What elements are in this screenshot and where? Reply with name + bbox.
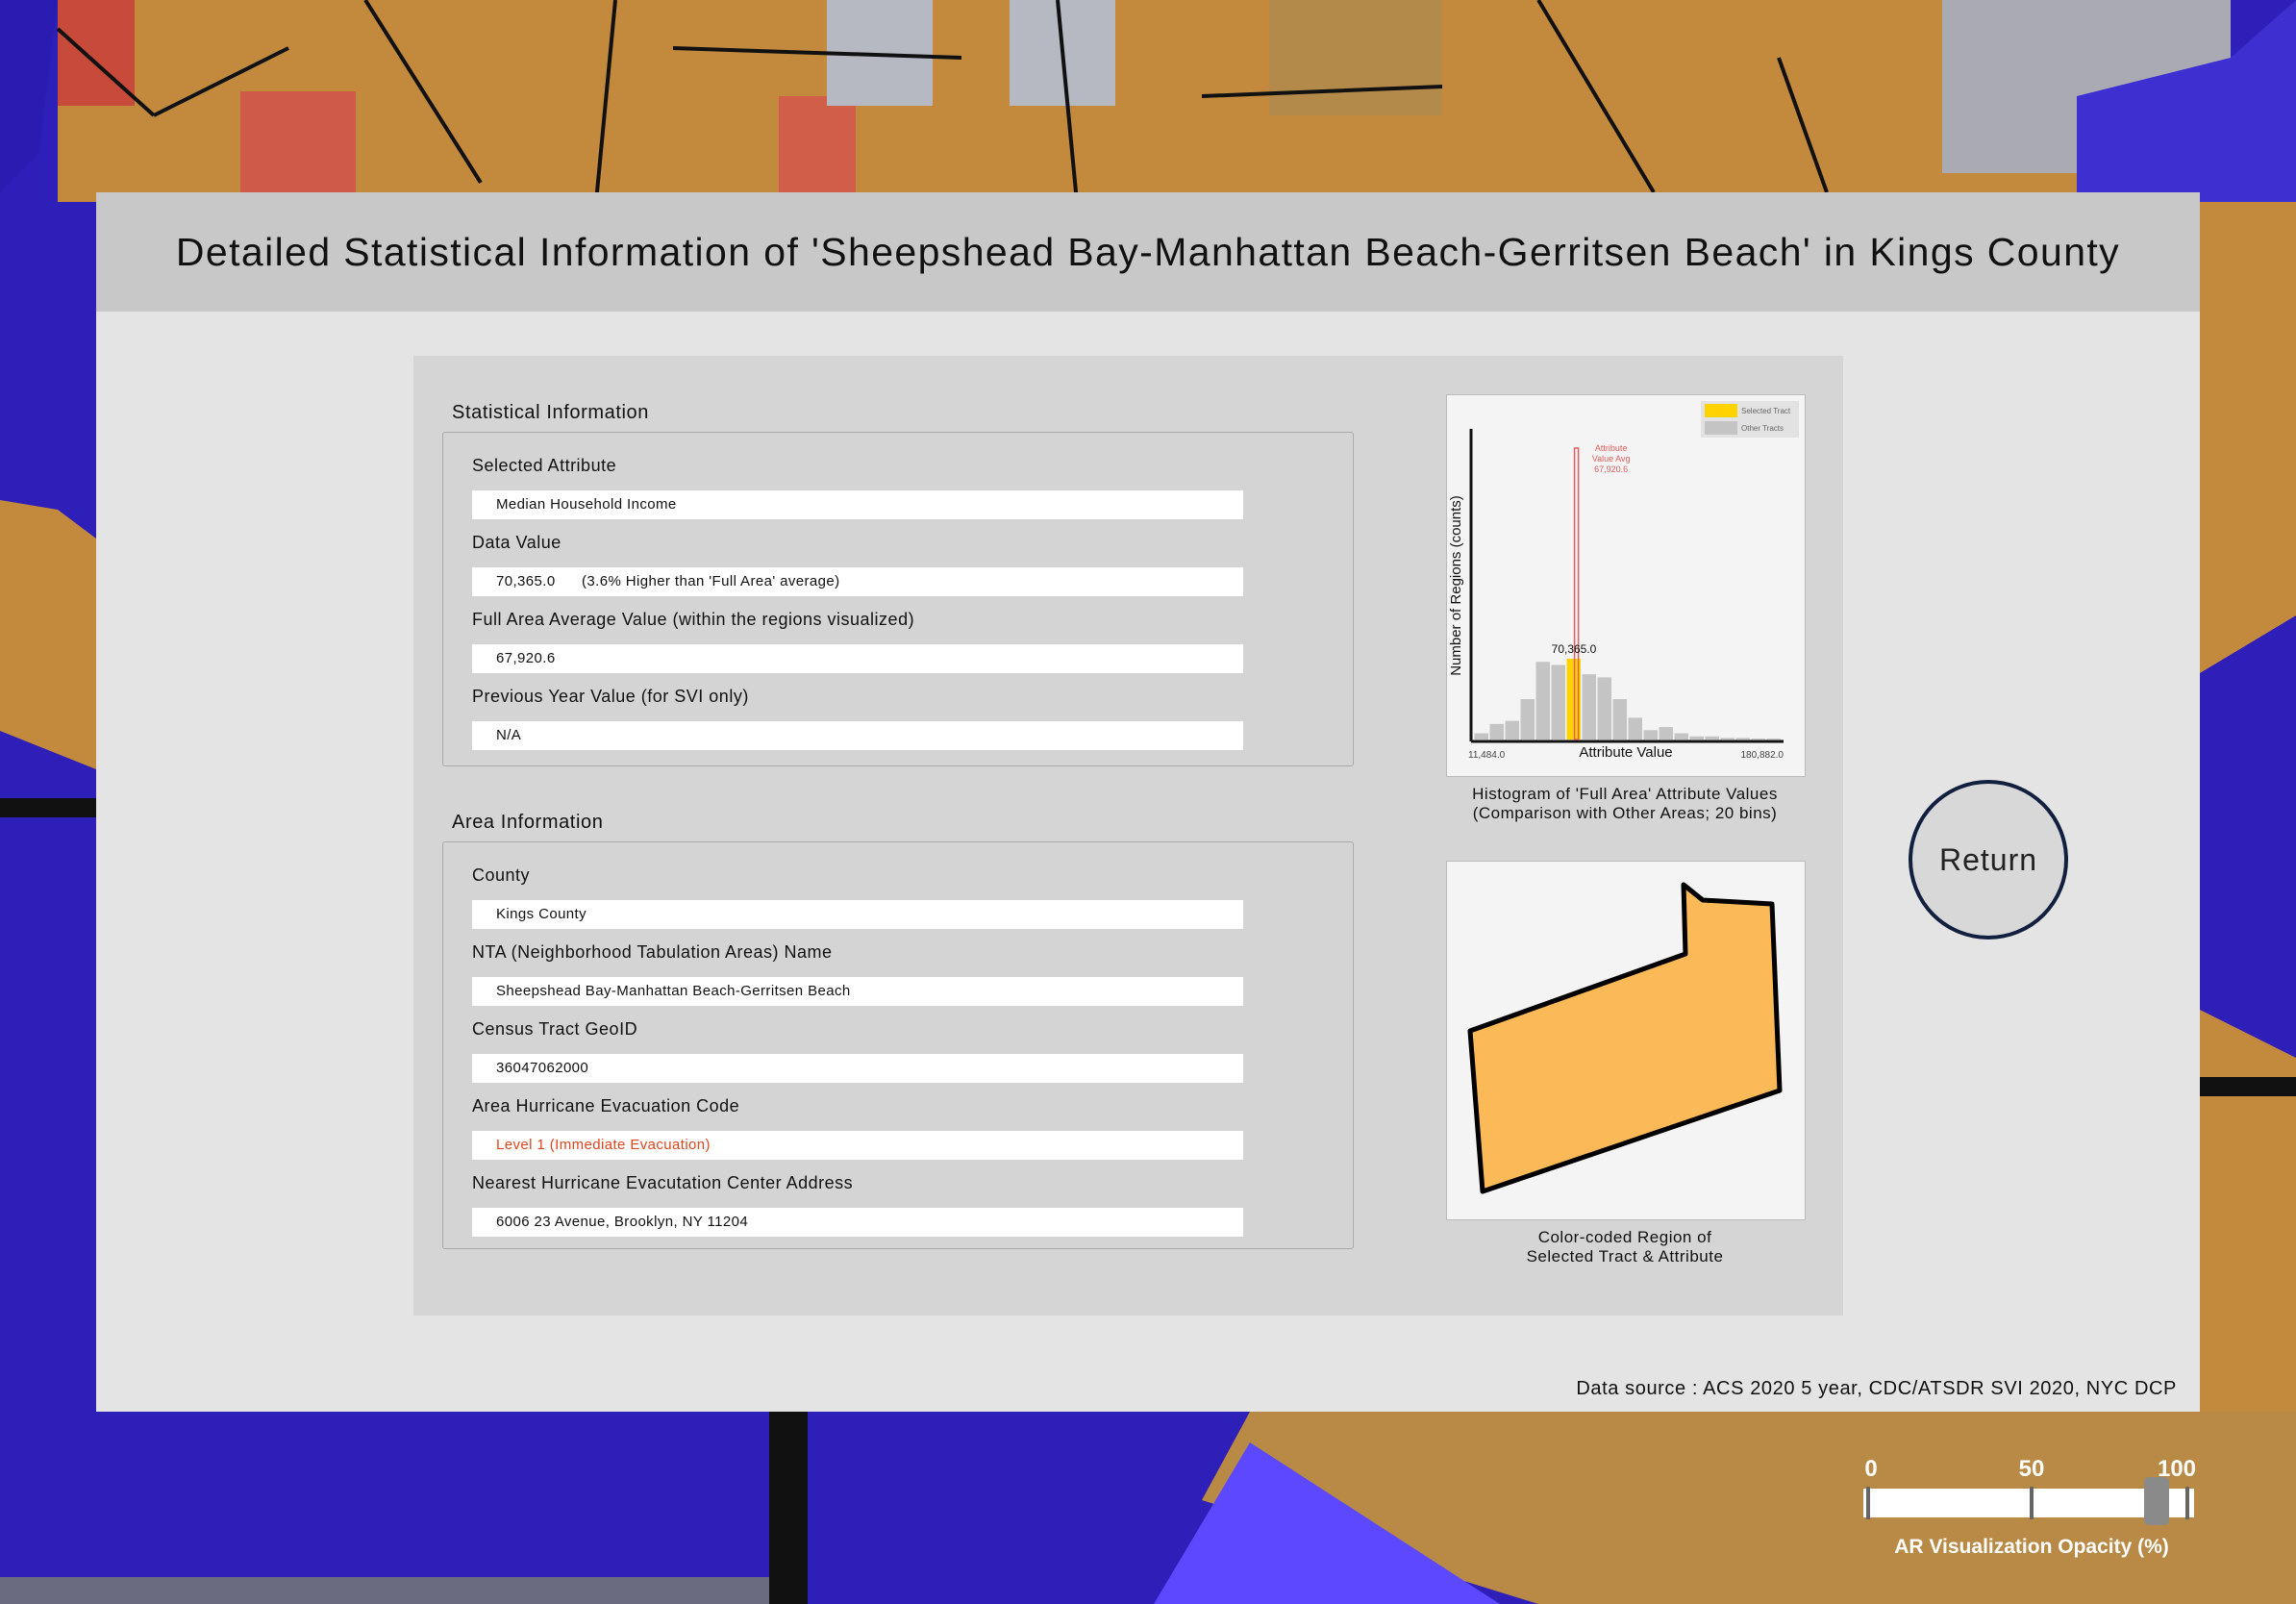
census-tract-field: 36047062000 xyxy=(472,1054,1243,1083)
region-caption: Color-coded Region of Selected Tract & A… xyxy=(1408,1228,1842,1266)
histogram-chart: Selected Tract Other Tracts AttributeVal… xyxy=(1448,401,1799,761)
evacuation-center-label: Nearest Hurricane Evacutation Center Add… xyxy=(472,1173,854,1192)
previous-year-field: N/A xyxy=(472,721,1243,750)
histogram-bar xyxy=(1597,677,1611,739)
x-max-tick-label: 180,882.0 xyxy=(1741,750,1784,761)
histogram-bar xyxy=(1628,717,1642,739)
page-title: Detailed Statistical Information of 'She… xyxy=(175,230,2121,274)
opacity-slider-caption: AR Visualization Opacity (%) xyxy=(1894,1536,2169,1558)
histogram-bar xyxy=(1520,699,1535,739)
x-min-tick-label: 11,484.0 xyxy=(1468,750,1506,761)
full-area-average-field: 67,920.6 xyxy=(472,644,1243,673)
evacuation-center-field: 6006 23 Avenue, Brooklyn, NY 11204 xyxy=(472,1208,1243,1237)
x-axis-label: Attribute Value xyxy=(1579,744,1672,761)
evacuation-code-field: Level 1 (Immediate Evacuation) xyxy=(472,1131,1243,1160)
detail-panel: Detailed Statistical Information of 'She… xyxy=(96,192,2200,1412)
data-value-label: Data Value xyxy=(472,533,562,552)
average-label-line: Value Avg xyxy=(1592,454,1631,464)
histogram-bar xyxy=(1582,674,1596,739)
selected-attribute-field: Median Household Income xyxy=(472,490,1243,519)
histogram-bar xyxy=(1705,736,1719,739)
content-box: Statistical Information Selected Attribu… xyxy=(413,356,1843,1316)
histogram-caption-line1: Histogram of 'Full Area' Attribute Value… xyxy=(1472,785,1778,803)
region-shape-card xyxy=(1446,861,1806,1220)
return-button-label: Return xyxy=(1938,842,2038,877)
county-field: Kings County xyxy=(472,900,1243,929)
histogram-bar xyxy=(1659,727,1673,739)
histogram-bar xyxy=(1489,723,1504,739)
average-label-line: 67,920.6 xyxy=(1594,464,1628,474)
tract-polygon xyxy=(1467,882,1783,1194)
opacity-slider-thumb[interactable] xyxy=(2143,1477,2169,1525)
nta-name-field: Sheepshead Bay-Manhattan Beach-Gerritsen… xyxy=(472,977,1243,1006)
evacuation-code-label: Area Hurricane Evacuation Code xyxy=(472,1096,740,1115)
histogram-bar xyxy=(1735,738,1750,739)
histogram-bar xyxy=(1505,720,1519,739)
region-caption-line2: Selected Tract & Attribute xyxy=(1526,1247,1724,1266)
selected-value-label: 70,365.0 xyxy=(1552,642,1597,656)
average-label-line: Attribute xyxy=(1595,443,1628,453)
previous-year-label: Previous Year Value (for SVI only) xyxy=(472,687,749,706)
slider-tick-label-0: 0 xyxy=(1864,1456,1878,1482)
return-button[interactable]: Return xyxy=(1909,780,2068,940)
slider-tick-0 xyxy=(1866,1487,1870,1519)
nta-name-label: NTA (Neighborhood Tabulation Areas) Name xyxy=(472,942,833,962)
histogram-bar xyxy=(1643,730,1658,739)
histogram-caption: Histogram of 'Full Area' Attribute Value… xyxy=(1408,785,1842,823)
legend-swatch-other xyxy=(1705,421,1737,435)
data-source-text: Data source : ACS 2020 5 year, CDC/ATSDR… xyxy=(1576,1378,2177,1399)
statistical-info-group: Selected Attribute Median Household Inco… xyxy=(442,432,1354,766)
slider-tick-label-50: 50 xyxy=(2018,1456,2045,1482)
region-caption-line1: Color-coded Region of xyxy=(1537,1228,1712,1246)
area-info-title: Area Information xyxy=(452,812,604,833)
census-tract-label: Census Tract GeoID xyxy=(472,1019,638,1039)
panel-header: Detailed Statistical Information of 'She… xyxy=(96,192,2200,312)
legend-swatch-selected xyxy=(1705,404,1737,417)
statistical-info-title: Statistical Information xyxy=(452,402,649,423)
histogram-bar xyxy=(1474,733,1488,739)
data-value-field: 70,365.0 (3.6% Higher than 'Full Area' a… xyxy=(472,567,1243,596)
legend-label-other: Other Tracts xyxy=(1741,424,1784,433)
histogram-bars xyxy=(1474,659,1781,739)
histogram-bar xyxy=(1720,738,1734,739)
histogram-bar xyxy=(1689,736,1704,739)
legend-label-selected: Selected Tract xyxy=(1741,407,1791,415)
histogram-bar xyxy=(1674,733,1688,739)
histogram-bar xyxy=(1612,699,1627,739)
histogram-bar xyxy=(1551,664,1565,739)
region-shape xyxy=(1467,882,1783,1194)
slider-tick-100 xyxy=(2185,1487,2189,1519)
county-label: County xyxy=(472,865,531,885)
selected-attribute-label: Selected Attribute xyxy=(472,456,617,475)
histogram-card: Selected Tract Other Tracts Attribute Val… xyxy=(1446,394,1806,777)
histogram-bar xyxy=(1535,662,1550,739)
full-area-average-label: Full Area Average Value (within the regi… xyxy=(472,610,915,629)
y-axis-label: Number of Regions (counts) xyxy=(1448,495,1464,676)
area-info-group: County Kings County NTA (Neighborhood Ta… xyxy=(442,841,1354,1249)
slider-tick-50 xyxy=(2030,1487,2034,1519)
histogram-caption-line2: (Comparison with Other Areas; 20 bins) xyxy=(1472,804,1778,822)
